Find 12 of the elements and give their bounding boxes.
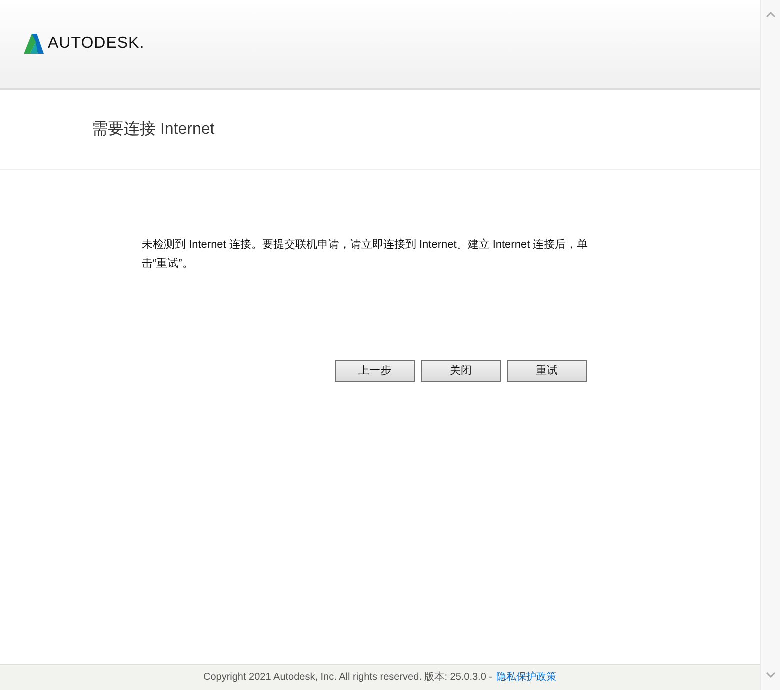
scroll-down-icon[interactable] — [766, 672, 776, 678]
dialog-button[interactable]: 关闭 — [421, 360, 501, 382]
dialog-button[interactable]: 上一步 — [335, 360, 415, 382]
scrollbar[interactable] — [760, 0, 780, 690]
message-text: 未检测到 Internet 连接。要提交联机申请，请立即连接到 Internet。建立 Internet 连接后，单击“重试”。 — [142, 238, 590, 272]
logo-text: AUTODESK. — [48, 34, 145, 54]
scroll-up-icon[interactable] — [766, 12, 776, 18]
privacy-link[interactable]: 隐私保护政策 — [496, 670, 557, 685]
dialog-button[interactable]: 重试 — [507, 360, 587, 382]
copyright-text: Copyright 2021 Autodesk, Inc. All rights reserved. 版本: 25.0.3.0 - — [203, 670, 493, 685]
logo-icon — [24, 34, 44, 54]
page-title: 需要连接 Internet — [92, 120, 215, 140]
